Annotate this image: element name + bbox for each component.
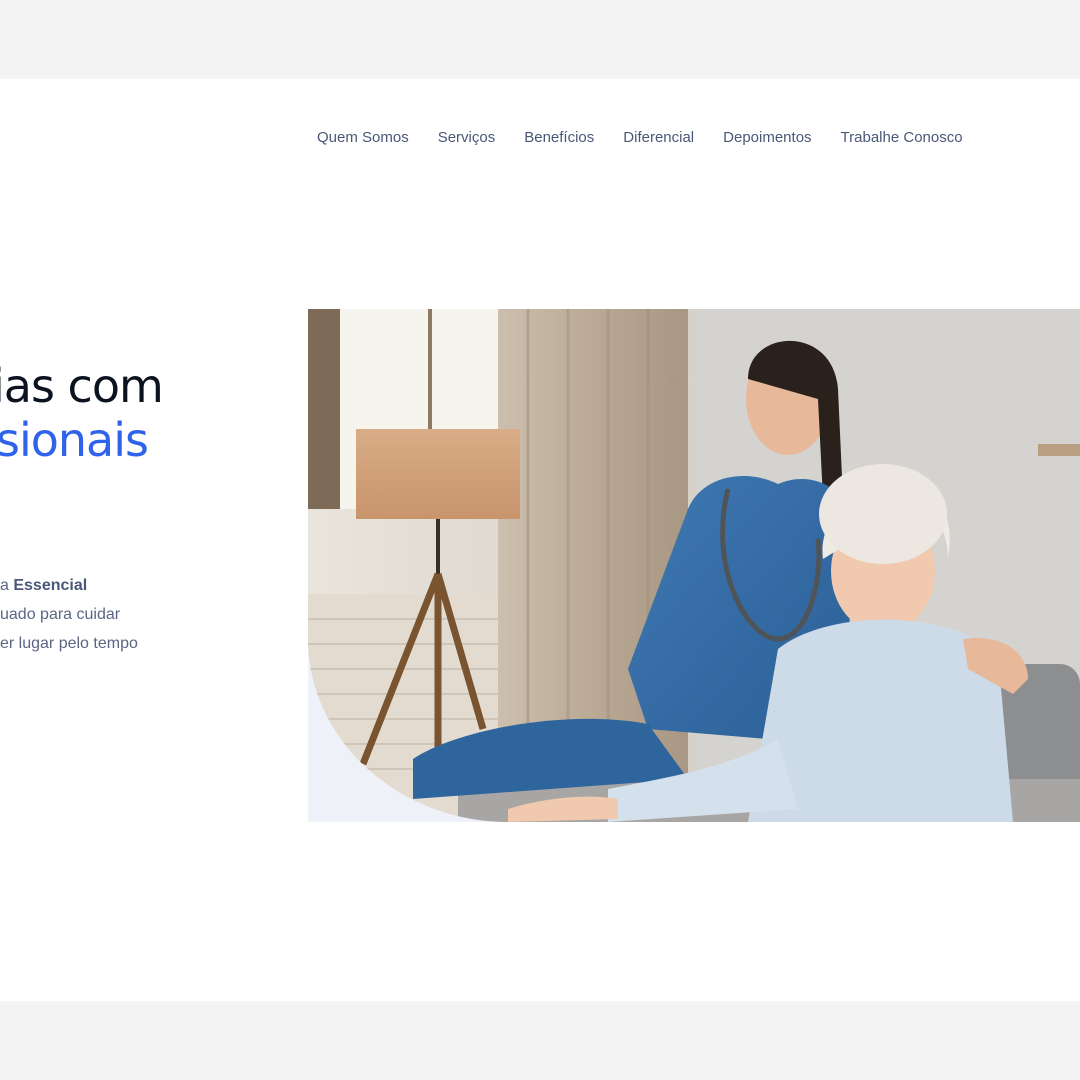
hero-description: a Essencial uado para cuidar er lugar pe…: [0, 571, 240, 658]
nav-item-diferencial[interactable]: Diferencial: [623, 129, 694, 146]
hero-desc-line3: er lugar pelo tempo: [0, 635, 138, 652]
page-container: Quem Somos Serviços Benefícios Diferenci…: [0, 79, 1080, 1001]
nav-item-depoimentos[interactable]: Depoimentos: [723, 129, 811, 146]
lamp-shade: [356, 429, 520, 519]
hero-image: [308, 309, 1080, 822]
main-nav: Quem Somos Serviços Benefícios Diferenci…: [317, 129, 963, 146]
nav-item-quem-somos[interactable]: Quem Somos: [317, 129, 409, 146]
hero-desc-brand: Essencial: [13, 577, 88, 594]
hero-title-line1: ias com: [0, 359, 164, 413]
nav-item-beneficios[interactable]: Benefícios: [524, 129, 594, 146]
hero-desc-line1: a Essencial: [0, 571, 240, 600]
hero-title-line2: sionais: [0, 413, 149, 467]
hero-photo-illustration: [308, 309, 1080, 822]
nav-item-trabalhe-conosco[interactable]: Trabalhe Conosco: [841, 129, 963, 146]
hero-desc-line2: uado para cuidar: [0, 606, 121, 623]
hero-desc-prefix: a: [0, 577, 14, 594]
nav-item-servicos[interactable]: Serviços: [438, 129, 496, 146]
hero-title: ias com sionais: [0, 359, 164, 467]
